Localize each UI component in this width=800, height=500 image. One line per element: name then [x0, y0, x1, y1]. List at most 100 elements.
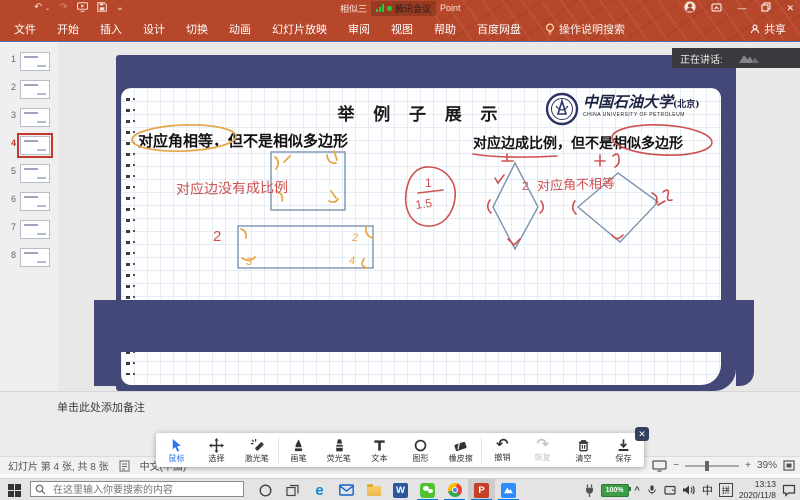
- speaking-label: 正在讲话:: [680, 51, 723, 66]
- close-button[interactable]: ✕: [786, 3, 794, 14]
- tool-select[interactable]: 选择: [197, 433, 238, 467]
- tab-file[interactable]: 文件: [14, 21, 36, 37]
- thumbnail-slide-4-selected[interactable]: 4: [0, 136, 58, 158]
- restore-button[interactable]: [761, 2, 771, 14]
- ime-language-indicator[interactable]: 中: [702, 482, 713, 498]
- thumb-preview[interactable]: [20, 136, 50, 155]
- tab-slideshow[interactable]: 幻灯片放映: [272, 21, 327, 37]
- thumbnail-slide-1[interactable]: 1: [0, 52, 58, 74]
- lightbulb-icon: [545, 23, 555, 35]
- thumb-preview[interactable]: [20, 52, 50, 71]
- meeting-mini-bar[interactable]: 腾讯会议: [371, 1, 436, 16]
- start-button[interactable]: [8, 484, 21, 497]
- undo-icon[interactable]: ↶: [34, 3, 42, 13]
- speaker-icon[interactable]: [682, 484, 696, 496]
- thumb-preview[interactable]: [20, 108, 50, 127]
- start-slideshow-icon[interactable]: [77, 2, 88, 15]
- zoom-slider-handle[interactable]: [705, 461, 709, 471]
- tencent-meeting-button[interactable]: [495, 479, 522, 500]
- ribbon-display-options-icon[interactable]: [711, 2, 722, 15]
- edge-button[interactable]: e: [306, 479, 333, 500]
- tool-pen[interactable]: 画笔: [279, 433, 320, 467]
- notes-placeholder[interactable]: 单击此处添加备注: [57, 399, 145, 415]
- task-view-button[interactable]: [279, 479, 306, 500]
- folder-icon: [367, 486, 381, 496]
- tab-transitions[interactable]: 切换: [186, 21, 208, 37]
- wechat-button[interactable]: [414, 479, 441, 500]
- cortana-button[interactable]: [252, 479, 279, 500]
- tab-baidu-netdisk[interactable]: 百度网盘: [477, 21, 521, 37]
- redo-icon[interactable]: ↷: [59, 3, 67, 13]
- zoom-slider[interactable]: [685, 465, 739, 467]
- thumb-number: 1: [0, 54, 20, 64]
- qat-customize-icon[interactable]: ⌄: [116, 3, 124, 13]
- window-border-line: [0, 41, 800, 42]
- chrome-button[interactable]: [441, 479, 468, 500]
- word-button[interactable]: W: [387, 479, 414, 500]
- thumb-preview[interactable]: [20, 80, 50, 99]
- slideshow-view-icon[interactable]: [652, 460, 667, 472]
- taskbar-search[interactable]: [30, 481, 244, 497]
- tool-undo[interactable]: ↶ 撤销: [482, 433, 523, 467]
- thumb-preview[interactable]: [20, 164, 50, 183]
- powerpoint-button-active[interactable]: P: [468, 479, 495, 500]
- thumbnail-slide-5[interactable]: 5: [0, 164, 58, 186]
- svg-text:2: 2: [351, 232, 358, 244]
- mail-button[interactable]: [333, 479, 360, 500]
- tool-mouse[interactable]: 鼠标: [156, 433, 197, 467]
- battery-indicator[interactable]: 100%: [601, 484, 629, 497]
- thumbnail-slide-2[interactable]: 2: [0, 80, 58, 102]
- ime-mode-indicator[interactable]: 拼: [719, 483, 733, 497]
- zoom-in-button[interactable]: +: [745, 460, 751, 471]
- download-save-icon: [616, 438, 631, 453]
- annotation-toolbar-close-icon[interactable]: ✕: [635, 427, 649, 441]
- thumbnail-slide-6[interactable]: 6: [0, 192, 58, 214]
- action-center-icon[interactable]: [782, 484, 796, 497]
- zoom-percentage[interactable]: 39%: [757, 460, 777, 471]
- thumb-number: 4: [0, 138, 20, 148]
- word-icon: W: [393, 483, 408, 498]
- tab-design[interactable]: 设计: [143, 21, 165, 37]
- taskbar-clock[interactable]: 13:13 2020/11/8: [739, 479, 776, 500]
- tab-view[interactable]: 视图: [391, 21, 413, 37]
- undo-dropdown-icon[interactable]: ⌄: [44, 4, 50, 12]
- cortana-icon: [259, 484, 272, 497]
- search-input[interactable]: [51, 482, 243, 498]
- thumbnail-slide-3[interactable]: 3: [0, 108, 58, 130]
- thumbnail-slide-8[interactable]: 8: [0, 248, 58, 270]
- tool-highlighter[interactable]: 荧光笔: [319, 433, 360, 467]
- tool-shape[interactable]: 图形: [400, 433, 441, 467]
- notes-icon[interactable]: [119, 460, 130, 472]
- meeting-speaking-overlay[interactable]: 正在讲话:: [672, 48, 800, 68]
- thumb-preview[interactable]: [20, 220, 50, 239]
- tab-animations[interactable]: 动画: [229, 21, 251, 37]
- device-icon[interactable]: [664, 484, 676, 496]
- orange-ink-digits: 2 3 4: [246, 232, 358, 268]
- file-explorer-button[interactable]: [360, 479, 387, 500]
- tell-me-search[interactable]: 操作说明搜索: [545, 21, 625, 37]
- power-plug-icon[interactable]: [584, 484, 595, 497]
- tool-text[interactable]: 文本: [360, 433, 401, 467]
- tab-insert[interactable]: 插入: [100, 21, 122, 37]
- save-icon[interactable]: [97, 2, 107, 15]
- minimize-button[interactable]: —: [737, 3, 746, 13]
- meeting-status-dot-icon: [387, 6, 392, 11]
- tool-eraser[interactable]: 橡皮擦: [441, 433, 482, 467]
- thumb-preview[interactable]: [20, 192, 50, 211]
- hidden-icons-chevron[interactable]: ^: [635, 485, 640, 495]
- thumb-preview[interactable]: [20, 248, 50, 267]
- microphone-icon[interactable]: [646, 483, 658, 497]
- windows-taskbar: e W P 100% ^ 中 拼 13:13 2020/11/8: [0, 478, 800, 500]
- tool-laser-pointer[interactable]: 激光笔: [237, 433, 278, 467]
- tab-help[interactable]: 帮助: [434, 21, 456, 37]
- share-button[interactable]: 共享: [750, 21, 786, 37]
- zoom-out-button[interactable]: −: [673, 460, 679, 471]
- shape-rhombus[interactable]: [493, 163, 538, 249]
- tab-home[interactable]: 开始: [57, 21, 79, 37]
- eraser-icon: [453, 438, 468, 453]
- tool-clear-all[interactable]: 清空: [563, 433, 604, 467]
- fit-to-window-icon[interactable]: [783, 460, 795, 471]
- account-avatar[interactable]: [684, 1, 696, 15]
- tab-review[interactable]: 审阅: [348, 21, 370, 37]
- thumbnail-slide-7[interactable]: 7: [0, 220, 58, 242]
